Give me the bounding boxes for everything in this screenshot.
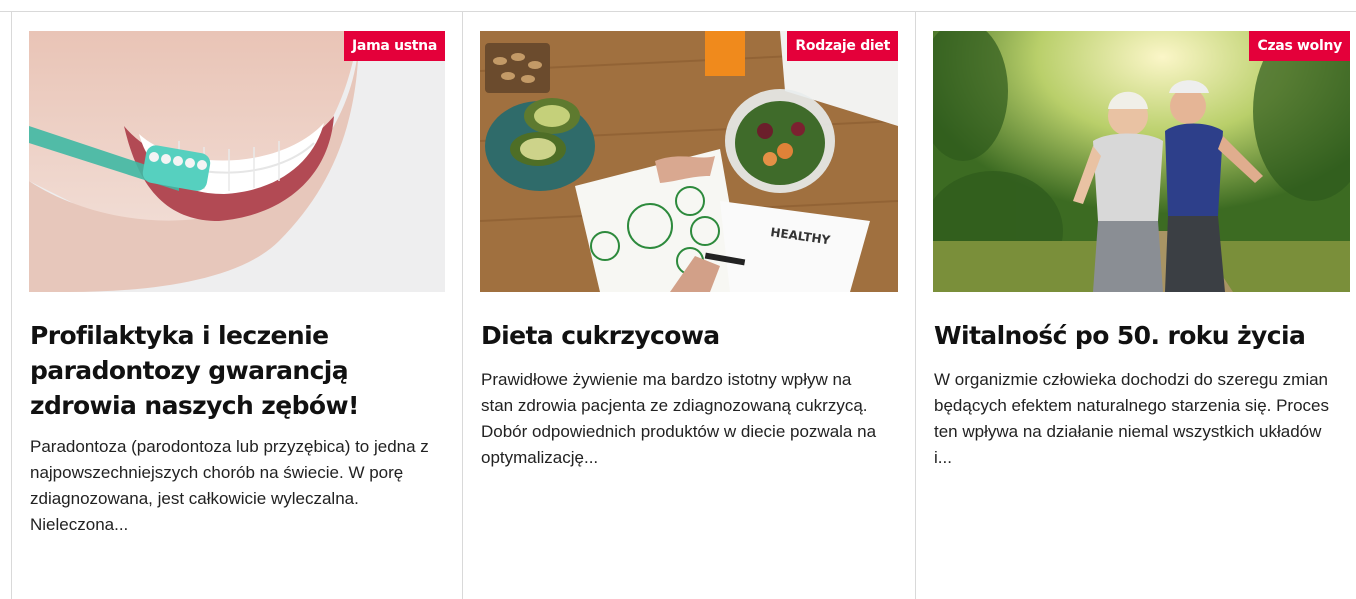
article-title[interactable]: Dieta cukrzycowa (481, 318, 901, 353)
article-excerpt: W organizmie człowieka dochodzi do szere… (934, 370, 1330, 467)
article-card: Czas wolny Witalność po 50. roku życia W… (915, 12, 1356, 599)
article-card: HEALTHY Rodzaje diet Dieta cukrzycowa Pr… (462, 12, 915, 599)
article-image-link[interactable]: Jama ustna (29, 31, 445, 292)
healthy-diet-notebook-photo: HEALTHY (480, 31, 898, 292)
article-excerpt: Prawidłowe żywienie ma bardzo istotny wp… (481, 370, 877, 467)
article-grid: Jama ustna Profilaktyka i leczenie parad… (0, 11, 1356, 599)
article-title[interactable]: Profilaktyka i leczenie paradontozy gwar… (30, 318, 450, 423)
article-title[interactable]: Witalność po 50. roku życia (934, 318, 1354, 353)
seniors-jogging-photo (933, 31, 1350, 292)
smile-toothbrush-photo (29, 31, 445, 292)
category-badge[interactable]: Czas wolny (1249, 31, 1350, 61)
article-image-link[interactable]: Czas wolny (933, 31, 1350, 292)
category-badge[interactable]: Jama ustna (344, 31, 445, 61)
article-card: Jama ustna Profilaktyka i leczenie parad… (11, 12, 462, 599)
category-badge[interactable]: Rodzaje diet (787, 31, 898, 61)
article-image-link[interactable]: HEALTHY Rodzaje diet (480, 31, 898, 292)
article-excerpt: Paradontoza (parodontoza lub przyzębica)… (30, 437, 429, 534)
